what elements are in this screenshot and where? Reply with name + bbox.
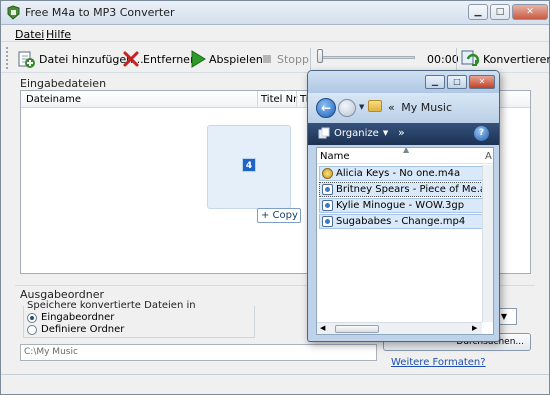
column-divider xyxy=(296,91,297,107)
radio-define-folder[interactable]: Definiere Ordner xyxy=(27,324,124,335)
folder-icon xyxy=(368,100,382,112)
window-title: Free M4a to MP3 Converter xyxy=(25,6,175,19)
title-bar[interactable]: Free M4a to MP3 Converter ▁ □ ✕ xyxy=(1,1,549,25)
radio-output-folder[interactable]: Eingabeordner xyxy=(27,312,114,323)
radio-button[interactable] xyxy=(27,324,37,335)
maximize-icon: □ xyxy=(495,7,505,17)
organize-label: Organize xyxy=(334,127,379,139)
back-arrow-icon: ← xyxy=(320,101,332,115)
remove-button[interactable]: Entfernen xyxy=(122,48,197,70)
file-name: Kylie Minogue - WOW.3gp xyxy=(336,200,465,211)
address-separator: « xyxy=(388,101,395,114)
seek-slider[interactable] xyxy=(319,56,415,59)
stop-label: Stopp xyxy=(277,52,309,66)
audio-file-icon xyxy=(322,168,333,179)
history-dropdown-icon[interactable]: ▼ xyxy=(359,103,364,111)
vertical-scrollbar[interactable] xyxy=(482,165,493,322)
radio-button[interactable] xyxy=(27,312,37,323)
minimize-icon: ▁ xyxy=(431,77,439,86)
file-name: Alicia Keys - No one.m4a xyxy=(336,168,461,179)
copy-label: + Copy xyxy=(261,210,298,221)
file-name: Britney Spears - Piece of Me.aac xyxy=(336,184,494,195)
input-section-label: Eingabedateien xyxy=(20,77,107,90)
playback-time: 00:00 xyxy=(427,53,459,66)
toolbar-separator xyxy=(456,48,457,70)
seek-slider-thumb[interactable] xyxy=(317,49,323,63)
file-item[interactable]: Sugababes - Change.mp4 xyxy=(319,214,493,229)
media-file-icon xyxy=(322,200,333,211)
horizontal-scroll-thumb[interactable] xyxy=(335,325,379,333)
stop-icon xyxy=(263,55,271,63)
organize-icon xyxy=(318,127,330,139)
menu-hilfe[interactable]: Hilfe xyxy=(46,28,71,41)
chevron-down-icon: ▼ xyxy=(382,129,389,137)
address-path[interactable]: « My Music xyxy=(388,101,452,114)
column-a[interactable]: A xyxy=(485,151,492,162)
play-label: Abspielen xyxy=(209,52,263,66)
scroll-left-icon[interactable]: ◀ xyxy=(320,324,325,332)
play-button[interactable]: Abspielen xyxy=(190,48,263,70)
command-bar: Organize ▼ » ? xyxy=(308,123,499,145)
file-item[interactable]: Kylie Minogue - WOW.3gp xyxy=(319,198,493,213)
app-icon xyxy=(7,5,20,20)
media-file-icon xyxy=(322,216,333,227)
convert-icon xyxy=(461,50,480,66)
menu-datei[interactable]: Datei xyxy=(15,28,44,41)
help-button[interactable]: ? xyxy=(474,126,489,141)
close-button[interactable]: ✕ xyxy=(512,4,548,20)
play-icon xyxy=(191,50,206,68)
explorer-close-button[interactable]: ✕ xyxy=(469,75,495,89)
column-track-number[interactable]: Titel Nr xyxy=(261,94,297,105)
status-bar xyxy=(1,374,549,394)
add-file-icon xyxy=(18,51,35,68)
file-pane[interactable]: ▲ Name A Alicia Keys - No one.m4a Britne… xyxy=(316,147,494,335)
address-folder-name: My Music xyxy=(401,101,453,114)
output-path-field[interactable]: C:\My Music xyxy=(20,344,377,361)
toolbar-separator xyxy=(310,48,311,70)
explorer-title-bar[interactable]: ▁ □ ✕ xyxy=(308,71,499,93)
explorer-minimize-button[interactable]: ▁ xyxy=(425,75,445,89)
media-file-icon xyxy=(322,184,333,195)
scroll-right-icon[interactable]: ▶ xyxy=(472,324,477,332)
copy-tooltip: + Copy xyxy=(257,208,301,223)
toolbar: Datei hinzufügen... Entfernen Abspielen … xyxy=(1,43,550,73)
explorer-maximize-button[interactable]: □ xyxy=(447,75,467,89)
minimize-button[interactable]: ▁ xyxy=(468,4,488,20)
file-name: Sugababes - Change.mp4 xyxy=(336,216,466,227)
more-formats-link[interactable]: Weitere Formaten? xyxy=(391,357,486,368)
maximize-icon: □ xyxy=(453,77,461,86)
column-divider xyxy=(257,91,258,107)
convert-button[interactable]: Konvertieren xyxy=(460,48,550,70)
organize-button[interactable]: Organize ▼ xyxy=(318,127,388,139)
close-icon: ✕ xyxy=(526,7,534,17)
file-pane-header: ▲ Name A xyxy=(317,148,493,164)
toolbar-grip[interactable] xyxy=(6,47,9,69)
file-item[interactable]: Britney Spears - Piece of Me.aac xyxy=(319,182,494,197)
more-commands-button[interactable]: » xyxy=(398,126,405,139)
address-bar: ← ▼ « My Music xyxy=(308,93,499,123)
menu-bar: Datei Hilfe xyxy=(1,26,549,42)
drag-count-badge: 4 xyxy=(242,158,256,172)
column-filename[interactable]: Dateiname xyxy=(26,94,81,105)
explorer-window: ▁ □ ✕ ← ▼ « My Music Organize ▼ » ? ▲ Na… xyxy=(307,70,500,342)
sort-up-icon: ▲ xyxy=(403,147,410,154)
radio-define-label: Definiere Ordner xyxy=(41,324,125,335)
horizontal-scrollbar[interactable]: ◀ ▶ xyxy=(317,322,482,334)
remove-label: Entfernen xyxy=(143,52,197,66)
maximize-button[interactable]: □ xyxy=(490,4,510,20)
close-icon: ✕ xyxy=(478,77,486,86)
forward-button[interactable] xyxy=(338,99,356,117)
file-item[interactable]: Alicia Keys - No one.m4a xyxy=(319,166,493,181)
stop-button[interactable]: Stopp xyxy=(260,48,309,70)
column-name[interactable]: Name xyxy=(320,151,350,162)
back-button[interactable]: ← xyxy=(316,98,336,118)
chevron-down-icon: ▼ xyxy=(500,312,508,321)
convert-label: Konvertieren xyxy=(483,52,550,66)
minimize-icon: ▁ xyxy=(474,7,482,17)
remove-icon xyxy=(123,51,139,67)
radio-output-label: Eingabeordner xyxy=(41,312,115,323)
